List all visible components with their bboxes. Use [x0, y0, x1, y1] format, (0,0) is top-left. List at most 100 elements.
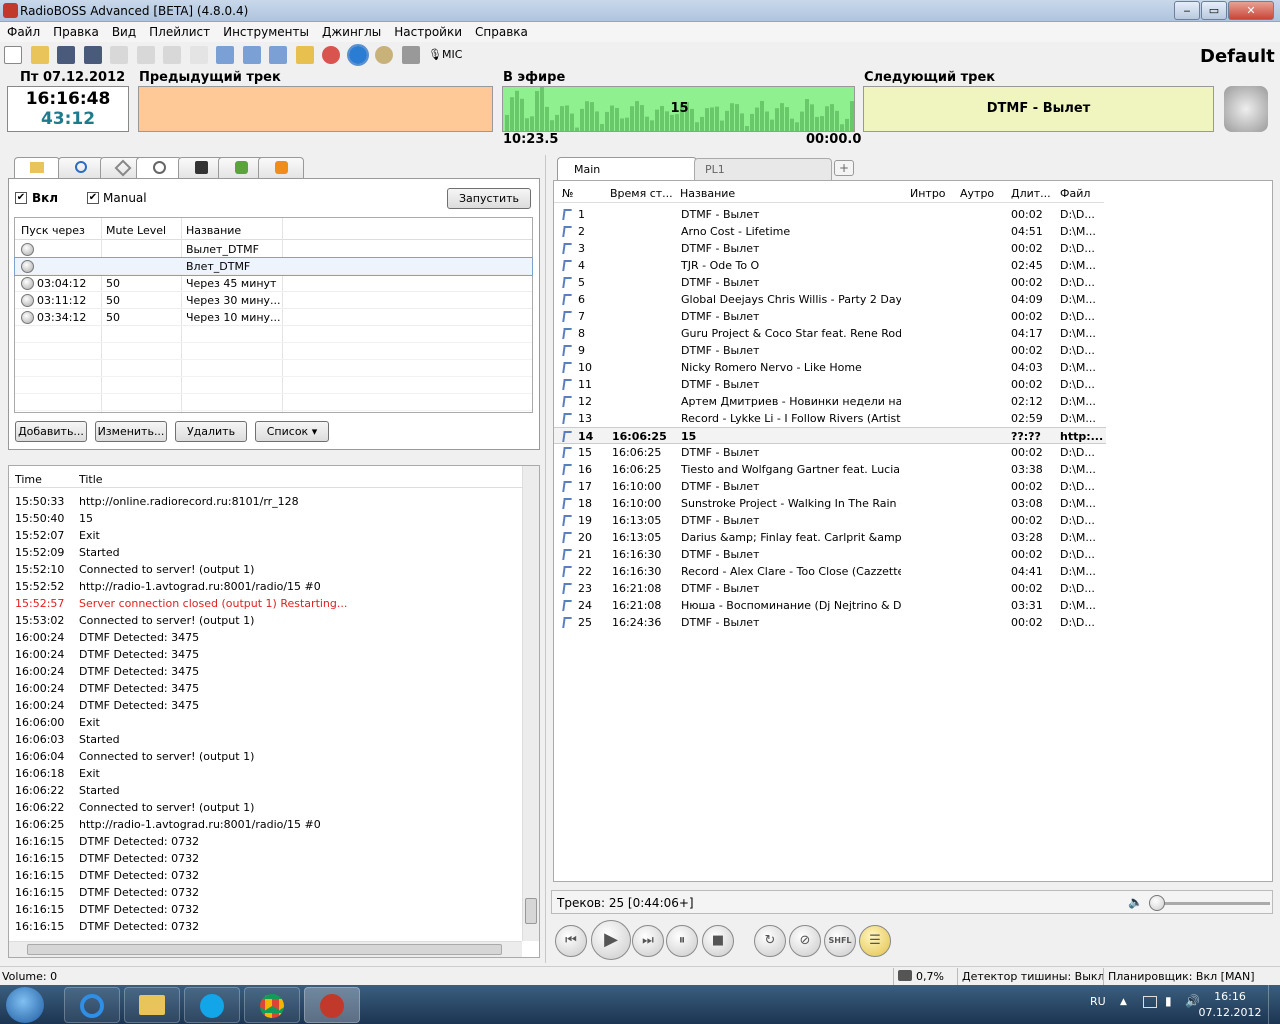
next-track-button[interactable]: ⏭ [632, 925, 664, 957]
action-center-icon[interactable] [1143, 996, 1157, 1008]
menu-settings[interactable]: Настройки [387, 22, 468, 39]
pause-button[interactable]: ⏸ [666, 925, 698, 957]
tab-pl1[interactable]: PL1 [694, 158, 832, 180]
new-file-icon[interactable] [4, 46, 22, 64]
menu-help[interactable]: Справка [468, 22, 534, 39]
run-button[interactable]: Запустить [447, 188, 531, 209]
playlist-row[interactable]: 14 16:06:25 15??:?? http:... [554, 427, 1106, 444]
language-indicator[interactable]: RU [1090, 995, 1106, 1008]
playlist-row[interactable]: 23 16:21:08 DTMF - Вылет 00:02 D:\D... [554, 580, 1106, 597]
skype-taskbar-icon[interactable] [184, 987, 240, 1023]
taskbar-time[interactable]: 16:16 [1212, 990, 1248, 1003]
add-button[interactable]: Добавить... [15, 421, 87, 442]
save-all-icon[interactable] [83, 46, 102, 64]
broadcast-globe-icon[interactable] [346, 44, 369, 66]
playlist-row[interactable]: 25 16:24:36 DTMF - Вылет 00:02 D:\D... [554, 614, 1106, 631]
scheduler-row[interactable]: 03:11:12 50 Через 30 мину... [15, 292, 532, 309]
col-title[interactable]: Название [680, 187, 735, 200]
col-mute[interactable]: Mute Level [106, 224, 166, 237]
col-number[interactable]: № [562, 187, 573, 200]
playlist-row[interactable]: 8 Guru Project & Coco Star feat. Rene Rod… [554, 325, 1106, 342]
play-button[interactable]: ▶ [591, 920, 631, 960]
playlist-row[interactable]: 3 DTMF - Вылет 00:02 D:\D... [554, 240, 1106, 257]
disable-button[interactable]: ⊘ [789, 925, 821, 957]
menu-tools[interactable]: Инструменты [216, 22, 315, 39]
paste-icon[interactable] [163, 46, 181, 64]
delete-button[interactable]: Удалить [175, 421, 247, 442]
manual-checkbox[interactable]: ✔ [87, 192, 99, 204]
playlist-row[interactable]: 4 TJR - Ode To O 02:45 D:\M... [554, 257, 1106, 274]
scheduler-row[interactable]: 03:04:12 50 Через 45 минут [15, 275, 532, 292]
playlist-row[interactable]: 22 16:16:30 Record - Alex Clare - Too Clos… [554, 563, 1106, 580]
tray-arrow-icon[interactable]: ▲ [1120, 997, 1127, 1007]
col-start-time[interactable]: Время ст... [610, 187, 673, 200]
playlist-row[interactable]: 12 Артем Дмитриев - Новинки недели на R..… [554, 393, 1106, 410]
log-hscrollbar[interactable] [9, 941, 522, 957]
tab-effects[interactable] [258, 157, 304, 179]
taskbar-date[interactable]: 07.12.2012 [1198, 1006, 1262, 1019]
show-desktop-button[interactable] [1268, 985, 1280, 1024]
playlist-row[interactable]: 13 Record - Lykke Li - I Follow Rivers (A… [554, 410, 1106, 427]
playlist-row[interactable]: 19 16:13:05 DTMF - Вылет 00:02 D:\D... [554, 512, 1106, 529]
col-name[interactable]: Название [186, 224, 241, 237]
insert-track-icon[interactable] [216, 46, 234, 64]
col-start[interactable]: Пуск через [21, 224, 85, 237]
playlist-row[interactable]: 18 16:10:00 Sunstroke Project - Walking In… [554, 495, 1106, 512]
menu-jingles[interactable]: Джинглы [315, 22, 387, 39]
insert-folder-icon[interactable] [295, 46, 314, 64]
edit-button[interactable]: Изменить... [95, 421, 167, 442]
save-icon[interactable] [57, 46, 75, 64]
playlist-row[interactable]: 21 16:16:30 DTMF - Вылет 00:02 D:\D... [554, 546, 1106, 563]
settings-gear-icon[interactable] [375, 46, 393, 64]
minimize-button[interactable]: ‒ [1174, 1, 1200, 20]
playlist-row[interactable]: 15 16:06:25 DTMF - Вылет 00:02 D:\D... [554, 444, 1106, 461]
list-dropdown-button[interactable]: Список ▾ [255, 421, 329, 442]
chrome-taskbar-icon[interactable] [244, 987, 300, 1023]
col-intro[interactable]: Интро [910, 187, 946, 200]
streaming-icon[interactable] [322, 46, 340, 64]
playlist-row[interactable]: 24 16:21:08 Нюша - Воспоминание (Dj Nejtri… [554, 597, 1106, 614]
ie-taskbar-icon[interactable] [64, 987, 120, 1023]
menu-playlist[interactable]: Плейлист [142, 22, 216, 39]
tab-search[interactable] [58, 157, 104, 179]
scheduler-row[interactable]: 03:34:12 50 Через 10 мину... [15, 309, 532, 326]
network-icon[interactable]: ▮ [1165, 994, 1172, 1008]
repeat-button[interactable]: ↻ [754, 925, 786, 957]
shuffle-button[interactable]: SHFL [824, 925, 856, 957]
add-tab-icon[interactable]: + [834, 160, 854, 176]
explorer-taskbar-icon[interactable] [124, 987, 180, 1023]
playlist-row[interactable]: 9 DTMF - Вылет 00:02 D:\D... [554, 342, 1106, 359]
cut-icon[interactable] [110, 46, 128, 64]
scheduler-row[interactable]: Влет_DTMF [14, 257, 533, 276]
previous-track-button[interactable]: ⏮ [555, 925, 587, 957]
col-time[interactable]: Time [15, 473, 42, 486]
menu-view[interactable]: Вид [105, 22, 142, 39]
playlist-mode-button[interactable]: ☰ [859, 925, 891, 957]
col-outro[interactable]: Аутро [960, 187, 994, 200]
insert-url-icon[interactable] [269, 46, 287, 64]
playlist-row[interactable]: 16 16:06:25 Tiesto and Wolfgang Gartner fe… [554, 461, 1106, 478]
playlist-row[interactable]: 10 Nicky Romero Nervo - Like Home 04:03 D:\… [554, 359, 1106, 376]
playlist-row[interactable]: 20 16:13:05 Darius &amp; Finlay feat. Carl… [554, 529, 1106, 546]
playlist-row[interactable]: 11 DTMF - Вылет 00:02 D:\D... [554, 376, 1106, 393]
playlist-row[interactable]: 5 DTMF - Вылет 00:02 D:\D... [554, 274, 1106, 291]
open-folder-icon[interactable] [30, 46, 49, 64]
tab-scheduler[interactable] [136, 157, 182, 179]
col-duration[interactable]: Длит... [1011, 187, 1051, 200]
start-button[interactable] [6, 987, 44, 1023]
col-title[interactable]: Title [79, 473, 103, 486]
menu-file[interactable]: Файл [0, 22, 46, 39]
scheduler-icon[interactable] [401, 46, 420, 64]
maximize-button[interactable]: ▭ [1201, 1, 1227, 20]
scheduler-row[interactable]: Вылет_DTMF [15, 241, 532, 258]
mic-button[interactable]: 🎙MIC [428, 46, 468, 64]
tab-files[interactable] [14, 157, 60, 179]
radioboss-taskbar-icon[interactable] [304, 987, 360, 1023]
scroll-thumb[interactable] [525, 898, 537, 924]
insert-list-icon[interactable] [242, 46, 261, 64]
close-button[interactable]: ✕ [1228, 1, 1274, 20]
scroll-thumb[interactable] [27, 944, 502, 955]
volume-slider[interactable] [1150, 902, 1270, 905]
volume-slider-thumb[interactable] [1149, 895, 1165, 911]
playlist-row[interactable]: 1 DTMF - Вылет 00:02 D:\D... [554, 206, 1106, 223]
